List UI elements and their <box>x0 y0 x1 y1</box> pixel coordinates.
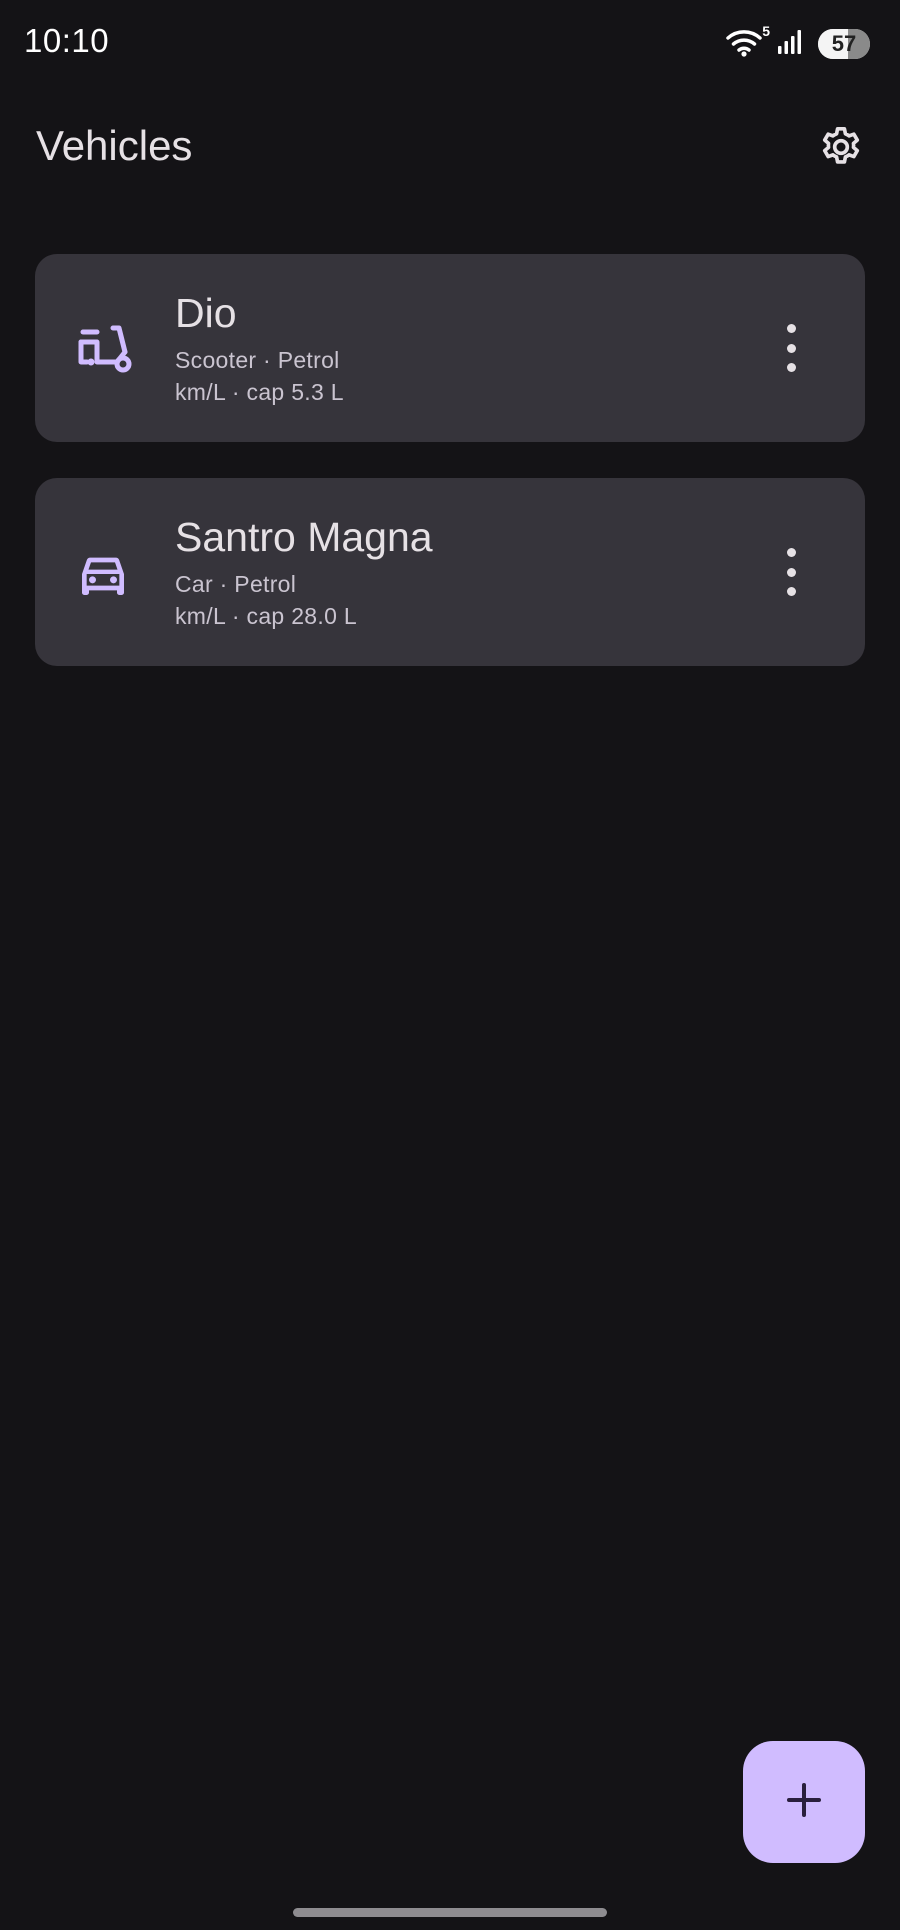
more-options-button[interactable] <box>781 548 801 596</box>
more-vert-icon <box>786 548 796 557</box>
wifi-icon: 5 <box>726 23 770 61</box>
plus-icon <box>786 1782 822 1823</box>
vehicle-type: Scooter · Petrol <box>175 347 340 373</box>
more-vert-icon-dot <box>786 343 796 353</box>
more-vert-icon <box>786 324 796 333</box>
more-vert-icon-dot <box>786 567 796 577</box>
status-time: 10:10 <box>24 22 110 59</box>
vehicle-type: Car · Petrol <box>175 571 297 597</box>
scooter-icon <box>75 322 132 378</box>
vehicle-spec: km/L · cap 5.3 L <box>175 379 344 405</box>
battery-level: 57 <box>831 30 857 56</box>
gear-icon <box>818 124 864 175</box>
status-bar: 10:10 5 57 <box>0 0 900 88</box>
vehicle-spec: km/L · cap 28.0 L <box>175 603 357 629</box>
battery-indicator: 57 <box>818 28 870 59</box>
vehicle-name: Santro Magna <box>175 514 433 560</box>
more-vert-icon-dot <box>786 363 796 372</box>
add-vehicle-button[interactable] <box>743 1741 865 1863</box>
status-icons: 5 57 <box>726 23 870 61</box>
more-vert-icon-dot <box>786 587 796 596</box>
vehicle-list: Dio Scooter · Petrol km/L · cap 5.3 L Sa… <box>35 254 865 702</box>
app-bar: Vehicles <box>0 104 900 194</box>
vehicle-name: Dio <box>175 290 237 336</box>
cellular-signal-icon <box>776 26 806 61</box>
wifi-generation-label: 5 <box>762 22 770 39</box>
car-icon <box>75 546 131 602</box>
vehicle-card[interactable]: Santro Magna Car · Petrol km/L · cap 28.… <box>35 478 865 666</box>
more-options-button[interactable] <box>781 324 801 372</box>
page-title: Vehicles <box>36 122 193 169</box>
home-indicator[interactable] <box>293 1908 607 1917</box>
settings-button[interactable] <box>812 120 870 178</box>
vehicle-card[interactable]: Dio Scooter · Petrol km/L · cap 5.3 L <box>35 254 865 442</box>
